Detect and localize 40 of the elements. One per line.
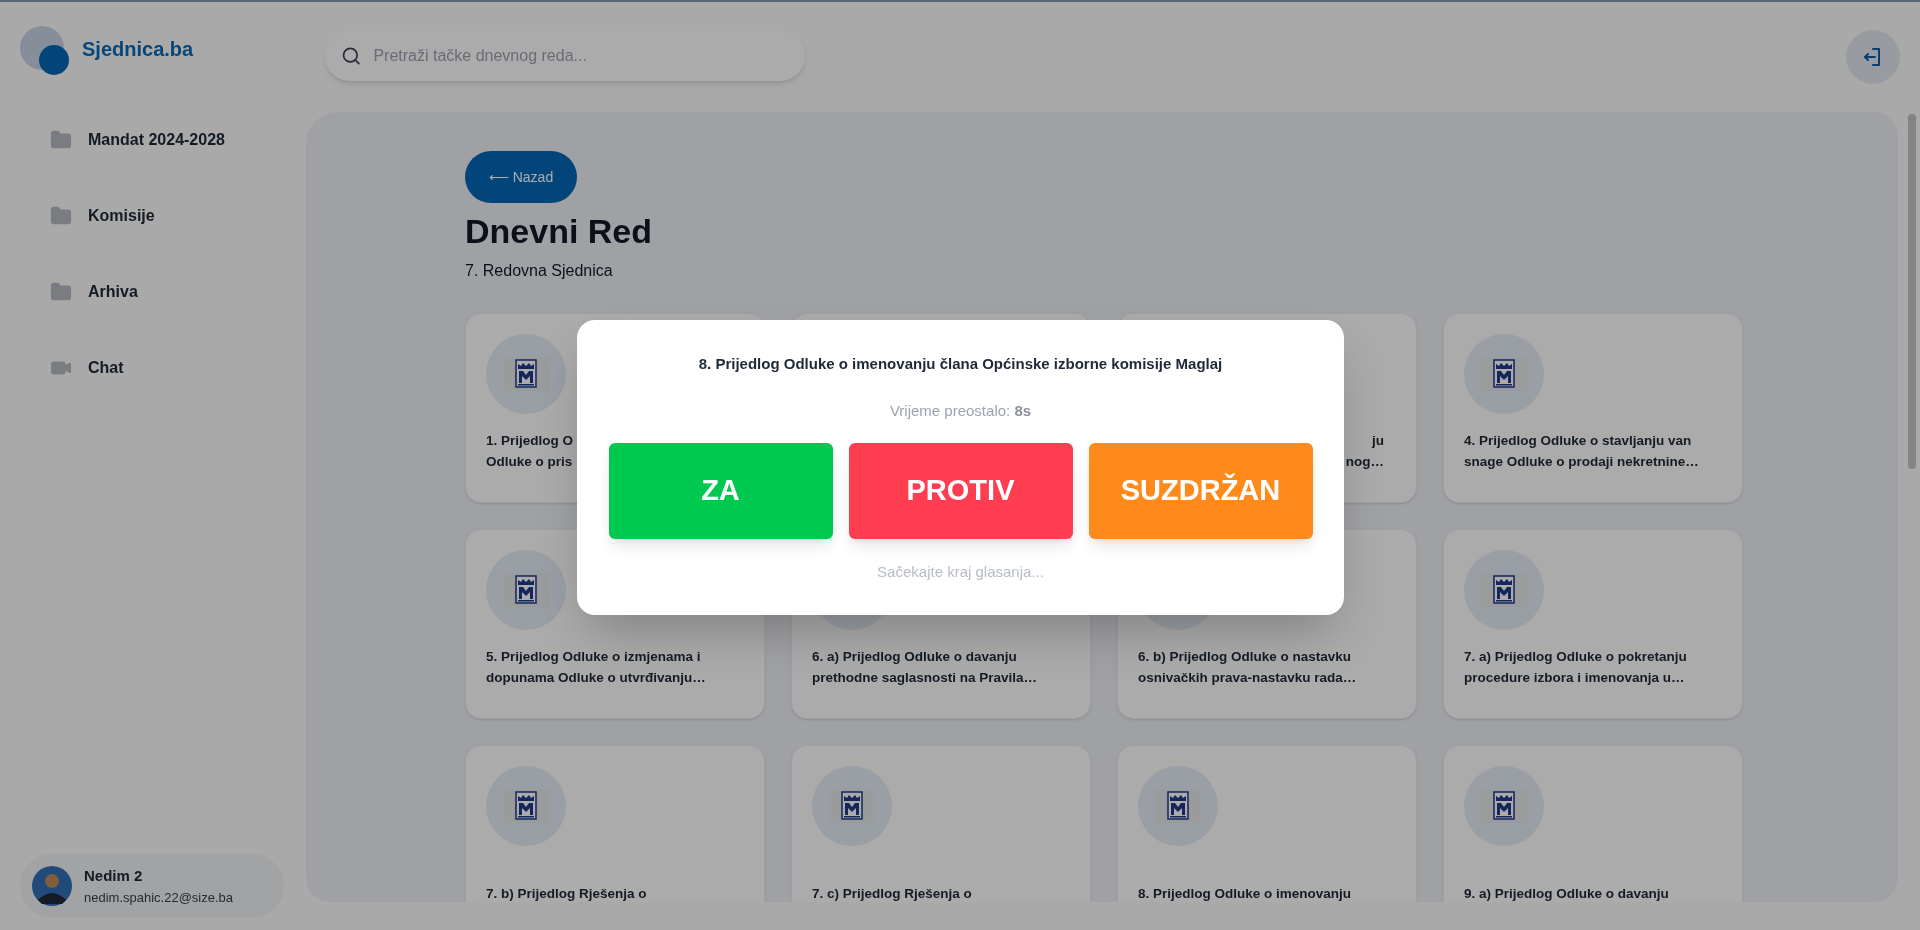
page-subtitle: 7. Redovna Sjednica <box>465 261 614 281</box>
card-title-line: dopunama Odluke o utvrđivanju… <box>486 669 707 687</box>
card-title-line: 6. b) Prijedlog Odluke o nastavku <box>1138 648 1353 666</box>
agenda-card[interactable]: 8. Prijedlog Odluke o imenovanju <box>1117 745 1417 902</box>
card-title-line: procedure izbora i imenovanja u… <box>1464 669 1686 687</box>
card-title-line: 5. Prijedlog Odluke o izmjenama i <box>486 648 702 666</box>
card-title-line: osnivačkih prava-nastavku rada… <box>1138 669 1358 687</box>
card-title-line: 7. b) Prijedlog Rješenja o <box>486 885 648 902</box>
agenda-card[interactable]: 4. Prijedlog Odluke o stavljanju van snage Odluke o prodaji nekretnine… <box>1443 313 1743 503</box>
page-title: Dnevni Red <box>465 211 654 252</box>
user-name: Nedim 2 <box>84 866 144 886</box>
waiting-text: Sačekajte kraj glasanja... <box>877 562 1044 582</box>
card-title-line: 4. Prijedlog Odluke o stavljanju van <box>1464 432 1693 450</box>
card-title-line: 7. c) Prijedlog Rješenja o <box>812 885 973 902</box>
agenda-card[interactable]: 7. a) Prijedlog Odluke o pokretanju procedure izbora i imenovanja u… <box>1443 529 1743 719</box>
sidebar-item[interactable]: Arhiva <box>50 274 306 310</box>
brand-name: Sjednica.ba <box>82 37 194 62</box>
dialog-title: 8. Prijedlog Odluke o imenovanju člana Općinske izborne komisije Maglaj <box>698 354 1223 374</box>
card-title-line: 6. a) Prijedlog Odluke o davanju <box>812 648 1018 666</box>
agenda-card[interactable]: 7. c) Prijedlog Rješenja o <box>791 745 1091 902</box>
card-title-line: 1. Prijedlog O <box>486 432 575 450</box>
card-title-line: prethodne saglasnosti na Pravila… <box>812 669 1039 687</box>
search-field[interactable]: Pretraži tačke dnevnog reda... <box>325 31 805 81</box>
sidebar-item[interactable]: Mandat 2024-2028 <box>50 122 306 158</box>
agenda-card[interactable]: 7. b) Prijedlog Rješenja o <box>465 745 765 902</box>
sidebar-item[interactable]: Chat <box>50 350 306 386</box>
timer-text: Vrijeme preostalo: 8s <box>889 400 1032 421</box>
card-title-line: 9. a) Prijedlog Odluke o davanju <box>1464 885 1670 902</box>
card-title-line: nog… <box>1344 453 1384 471</box>
agenda-card[interactable]: 9. a) Prijedlog Odluke o davanju <box>1443 745 1743 902</box>
user-email: nedim.spahic.22@size.ba <box>84 888 234 907</box>
back-button[interactable]: ⟵ Nazad <box>465 151 577 203</box>
card-title-line: Odluke o pris <box>486 453 574 471</box>
sidebar-item[interactable]: Komisije <box>50 198 306 234</box>
search-input[interactable]: Pretraži tačke dnevnog reda... <box>373 44 789 68</box>
user-profile[interactable]: Nedim 2 nedim.spahic.22@size.ba <box>20 854 284 918</box>
card-title-line: 8. Prijedlog Odluke o imenovanju <box>1138 885 1353 902</box>
card-title-line: ju <box>1370 432 1384 450</box>
card-title-line: 7. a) Prijedlog Odluke o pokretanju <box>1464 648 1688 666</box>
card-title-line: snage Odluke o prodaji nekretnine… <box>1464 453 1700 471</box>
